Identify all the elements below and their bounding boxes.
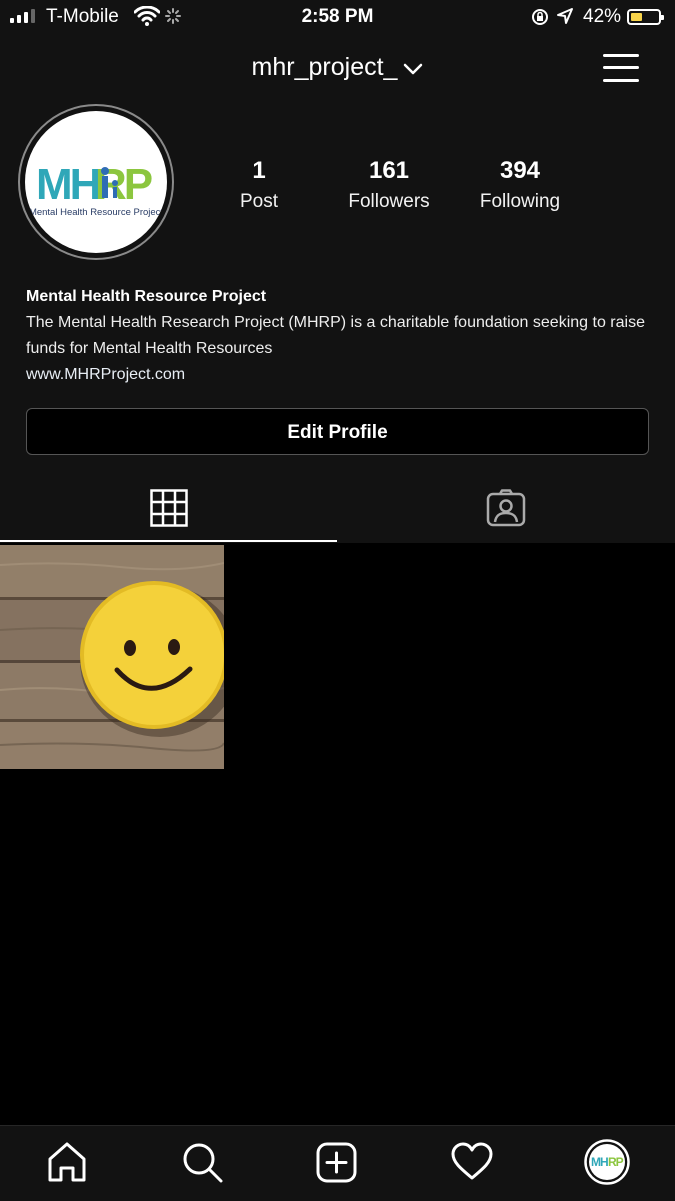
account-switcher[interactable]: mhr_project_ bbox=[0, 53, 675, 83]
posts-count: 1 bbox=[252, 157, 266, 184]
tab-posts-grid[interactable] bbox=[0, 470, 337, 542]
profile-avatar[interactable]: MH RP Mental Health Resource Project bbox=[18, 104, 174, 260]
new-post-icon bbox=[316, 1142, 357, 1183]
svg-text:MH: MH bbox=[36, 160, 99, 209]
tab-tagged[interactable] bbox=[338, 470, 675, 542]
home-icon bbox=[48, 1142, 86, 1182]
heart-icon bbox=[451, 1142, 493, 1180]
status-bar: T-Mobile 2:58 PM 42% bbox=[0, 0, 675, 36]
stat-following[interactable]: 394 Following bbox=[455, 157, 585, 213]
nav-profile[interactable]: MH RP bbox=[584, 1139, 630, 1185]
tagged-person-icon bbox=[486, 489, 526, 527]
post-thumbnail[interactable] bbox=[0, 545, 224, 769]
search-icon bbox=[183, 1143, 223, 1183]
posts-label: Post bbox=[239, 191, 279, 212]
bio-text: The Mental Health Research Project (MHRP… bbox=[26, 314, 645, 357]
mhrp-logo: MH RP Mental Health Resource Project bbox=[25, 111, 167, 253]
active-tab-indicator bbox=[0, 540, 337, 542]
battery-percent: 42% bbox=[583, 6, 622, 27]
following-count: 394 bbox=[499, 157, 541, 184]
nav-home[interactable] bbox=[45, 1140, 89, 1184]
grid-icon bbox=[150, 489, 188, 527]
smiley-cookie-photo bbox=[0, 545, 224, 769]
followers-count: 161 bbox=[368, 157, 410, 184]
logo-caption: Mental Health Resource Project bbox=[29, 207, 163, 218]
username: mhr_project_ bbox=[251, 53, 398, 81]
profile-bio: Mental Health Resource Project The Menta… bbox=[26, 284, 656, 388]
stat-followers[interactable]: 161 Followers bbox=[324, 157, 454, 213]
stat-posts[interactable]: 1 Post bbox=[194, 157, 324, 213]
nav-search[interactable] bbox=[180, 1140, 224, 1184]
battery-icon bbox=[627, 9, 664, 25]
profile-name: Mental Health Resource Project bbox=[26, 288, 267, 305]
menu-icon[interactable] bbox=[603, 52, 639, 84]
website-link[interactable]: www.MHRProject.com bbox=[26, 362, 656, 388]
profile-avatar-icon: MH RP bbox=[584, 1139, 630, 1185]
rotation-lock-icon bbox=[531, 8, 549, 32]
nav-new-post[interactable] bbox=[315, 1140, 359, 1184]
svg-text:RP: RP bbox=[608, 1155, 624, 1169]
battery-level bbox=[631, 13, 642, 21]
svg-text:MH: MH bbox=[591, 1155, 608, 1169]
edit-profile-button[interactable]: Edit Profile bbox=[26, 408, 649, 455]
chevron-down-icon bbox=[403, 54, 423, 83]
nav-activity[interactable] bbox=[450, 1140, 494, 1184]
location-arrow-icon bbox=[556, 7, 574, 31]
followers-label: Followers bbox=[348, 191, 430, 212]
following-label: Following bbox=[479, 191, 561, 212]
